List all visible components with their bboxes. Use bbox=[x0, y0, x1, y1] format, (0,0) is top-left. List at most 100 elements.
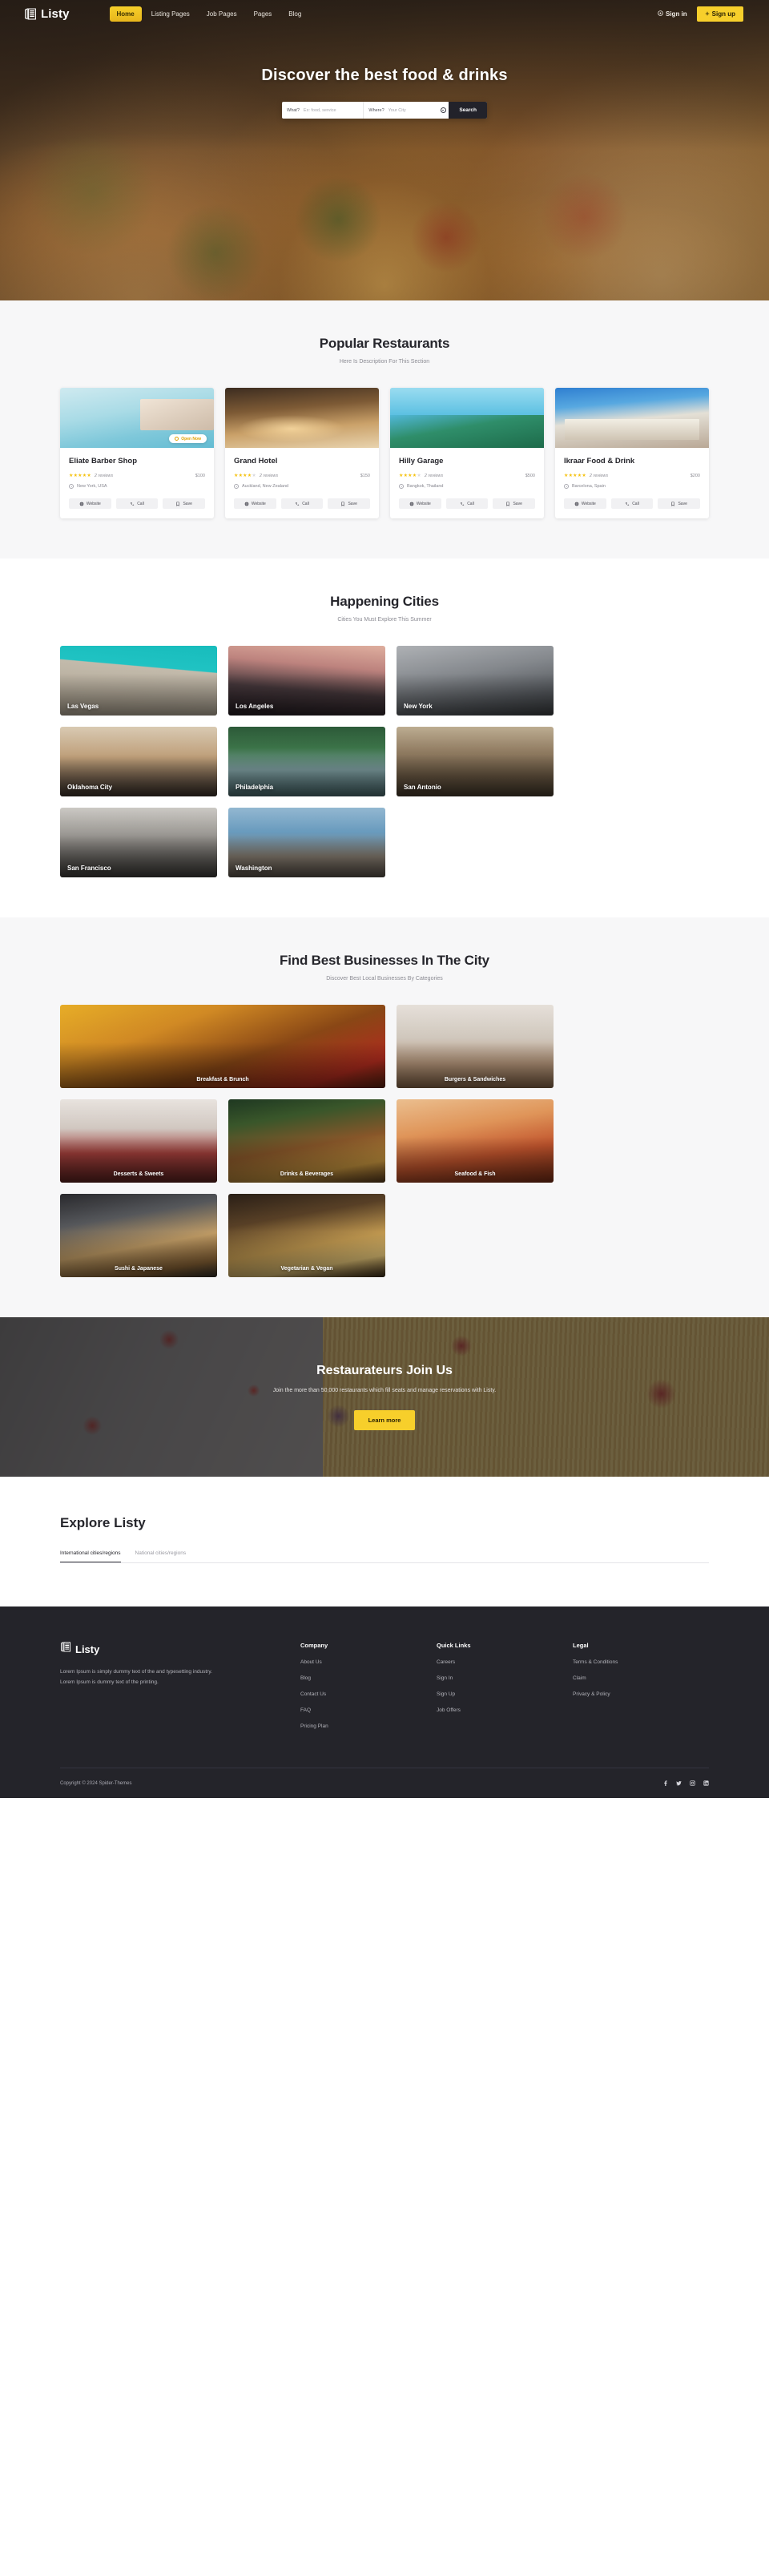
footer-link-sign-in[interactable]: Sign In bbox=[437, 1675, 573, 1681]
restaurant-location: Bangkok, Thailand bbox=[407, 484, 444, 489]
review-count: 2 reviews bbox=[259, 473, 279, 478]
footer-link-privacy-policy[interactable]: Privacy & Policy bbox=[573, 1691, 709, 1697]
globe-icon bbox=[409, 502, 414, 506]
cities-subtitle: Cities You Must Explore This Summer bbox=[337, 617, 432, 623]
city-card-san-antonio[interactable]: San Antonio bbox=[397, 727, 554, 796]
footer-link-claim[interactable]: Claim bbox=[573, 1675, 709, 1681]
restaurant-location: Barcelona, Spain bbox=[572, 484, 606, 489]
category-card-seafood-fish[interactable]: Seafood & Fish bbox=[397, 1099, 554, 1183]
search-what-field: What? bbox=[282, 102, 363, 119]
footer-brand-name: Listy bbox=[75, 1643, 100, 1655]
location-pin-icon bbox=[399, 484, 404, 489]
call-button[interactable]: Call bbox=[280, 498, 324, 509]
footer-link-careers[interactable]: Careers bbox=[437, 1659, 573, 1665]
explore-title: Explore Listy bbox=[60, 1515, 146, 1530]
sign-in-button[interactable]: Sign in bbox=[658, 10, 687, 18]
footer-link-sign-up[interactable]: Sign Up bbox=[437, 1691, 573, 1697]
copyright-text: Copyright © 2024 Spider-Themes bbox=[60, 1780, 132, 1786]
sign-up-button[interactable]: Sign up bbox=[696, 6, 743, 22]
review-count: 2 reviews bbox=[424, 473, 444, 478]
facebook-icon[interactable] bbox=[662, 1780, 668, 1786]
nav-link-pages[interactable]: Pages bbox=[247, 6, 280, 22]
footer-link-faq[interactable]: FAQ bbox=[300, 1707, 437, 1713]
brand-logo[interactable]: Listy bbox=[24, 7, 70, 21]
search-button[interactable]: Search bbox=[449, 102, 487, 119]
website-button[interactable]: Website bbox=[234, 498, 276, 509]
tab-international-cities[interactable]: International cities/regions bbox=[60, 1550, 121, 1562]
footer-column-legal: Legal Terms & Conditions Claim Privacy &… bbox=[573, 1642, 709, 1729]
city-card-philadelphia[interactable]: Philadelphia bbox=[228, 727, 385, 796]
footer-column-company: Company About Us Blog Contact Us FAQ Pri… bbox=[300, 1642, 437, 1729]
linkedin-icon[interactable] bbox=[703, 1780, 709, 1786]
social-links bbox=[662, 1780, 709, 1786]
restaurant-card[interactable]: Ikraar Food & Drink ★★★★★ 2 reviews $200… bbox=[555, 388, 709, 518]
phone-icon bbox=[461, 502, 465, 506]
user-circle-icon bbox=[658, 10, 663, 18]
city-card-new-york[interactable]: New York bbox=[397, 646, 554, 716]
city-card-las-vegas[interactable]: Las Vegas bbox=[60, 646, 217, 716]
site-footer: Listy Lorem Ipsum is simply dummy text o… bbox=[0, 1606, 769, 1798]
explore-section: Explore Listy International cities/regio… bbox=[0, 1477, 769, 1606]
website-button[interactable]: Website bbox=[564, 498, 606, 509]
learn-more-button[interactable]: Learn more bbox=[353, 1409, 416, 1430]
save-button[interactable]: Save bbox=[658, 498, 701, 509]
category-card-breakfast-brunch[interactable]: Breakfast & Brunch bbox=[60, 1005, 385, 1088]
locate-icon[interactable] bbox=[437, 107, 449, 113]
price-label: $200 bbox=[690, 473, 700, 478]
cta-content: Restaurateurs Join Us Join the more than… bbox=[216, 1364, 553, 1430]
city-card-san-francisco[interactable]: San Francisco bbox=[60, 808, 217, 877]
footer-link-about-us[interactable]: About Us bbox=[300, 1659, 437, 1665]
website-button[interactable]: Website bbox=[69, 498, 111, 509]
page-root: Listy Home Listing Pages Job Pages Pages… bbox=[0, 0, 769, 1798]
save-button[interactable]: Save bbox=[493, 498, 536, 509]
restaurant-name: Ikraar Food & Drink bbox=[564, 457, 635, 466]
nav-link-listing-pages[interactable]: Listing Pages bbox=[144, 6, 197, 22]
city-card-washington[interactable]: Washington bbox=[228, 808, 385, 877]
city-card-los-angeles[interactable]: Los Angeles bbox=[228, 646, 385, 716]
price-label: $150 bbox=[360, 473, 370, 478]
search-where-input[interactable] bbox=[388, 107, 433, 113]
cta-title: Restaurateurs Join Us bbox=[316, 1364, 453, 1378]
review-count: 2 reviews bbox=[94, 473, 114, 478]
website-button[interactable]: Website bbox=[399, 498, 441, 509]
instagram-icon[interactable] bbox=[690, 1780, 695, 1786]
footer-link-contact-us[interactable]: Contact Us bbox=[300, 1691, 437, 1697]
search-what-input[interactable] bbox=[303, 107, 359, 113]
tab-national-cities[interactable]: National cities/regions bbox=[135, 1550, 187, 1562]
category-card-sushi-japanese[interactable]: Sushi & Japanese bbox=[60, 1194, 217, 1277]
call-button[interactable]: Call bbox=[445, 498, 489, 509]
category-card-burgers-sandwiches[interactable]: Burgers & Sandwiches bbox=[397, 1005, 554, 1088]
restaurants-subtitle: Here Is Description For This Section bbox=[339, 359, 430, 365]
restaurant-card[interactable]: Hilly Garage ★★★★★ 2 reviews $500 Bangko… bbox=[390, 388, 544, 518]
hero-section: Listy Home Listing Pages Job Pages Pages… bbox=[0, 0, 769, 300]
listing-book-icon bbox=[60, 1642, 71, 1656]
nav-link-job-pages[interactable]: Job Pages bbox=[199, 6, 244, 22]
save-button[interactable]: Save bbox=[163, 498, 206, 509]
nav-link-home[interactable]: Home bbox=[109, 6, 142, 22]
globe-icon bbox=[574, 502, 579, 506]
brand-name: Listy bbox=[41, 7, 70, 21]
call-button[interactable]: Call bbox=[115, 498, 159, 509]
city-card-oklahoma-city[interactable]: Oklahoma City bbox=[60, 727, 217, 796]
restaurant-card[interactable]: Grand Hotel ★★★★★ 2 reviews $150 Aucklan… bbox=[225, 388, 379, 518]
category-card-drinks-beverages[interactable]: Drinks & Beverages bbox=[228, 1099, 385, 1183]
nav-link-blog[interactable]: Blog bbox=[281, 6, 308, 22]
footer-logo[interactable]: Listy bbox=[60, 1642, 300, 1656]
twitter-icon[interactable] bbox=[676, 1780, 682, 1786]
clock-icon bbox=[175, 437, 179, 441]
footer-link-pricing-plan[interactable]: Pricing Plan bbox=[300, 1723, 437, 1729]
restaurant-name: Eliate Barber Shop bbox=[69, 457, 137, 466]
rating-stars: ★★★★★ bbox=[69, 474, 91, 478]
footer-link-blog[interactable]: Blog bbox=[300, 1675, 437, 1681]
save-button[interactable]: Save bbox=[328, 498, 371, 509]
category-card-vegetarian-vegan[interactable]: Vegetarian & Vegan bbox=[228, 1194, 385, 1277]
categories-subtitle: Discover Best Local Businesses By Catego… bbox=[326, 976, 443, 982]
footer-link-job-offers[interactable]: Job Offers bbox=[437, 1707, 573, 1713]
restaurant-card[interactable]: Open Now Eliate Barber Shop ★★★★★ 2 revi… bbox=[60, 388, 214, 518]
footer-link-terms-conditions[interactable]: Terms & Conditions bbox=[573, 1659, 709, 1665]
hero-title: Discover the best food & drinks bbox=[261, 67, 508, 84]
rating-stars: ★★★★★ bbox=[399, 474, 421, 478]
call-button[interactable]: Call bbox=[610, 498, 654, 509]
category-card-desserts-sweets[interactable]: Desserts & Sweets bbox=[60, 1099, 217, 1183]
explore-tabs: International cities/regions National ci… bbox=[60, 1550, 709, 1563]
